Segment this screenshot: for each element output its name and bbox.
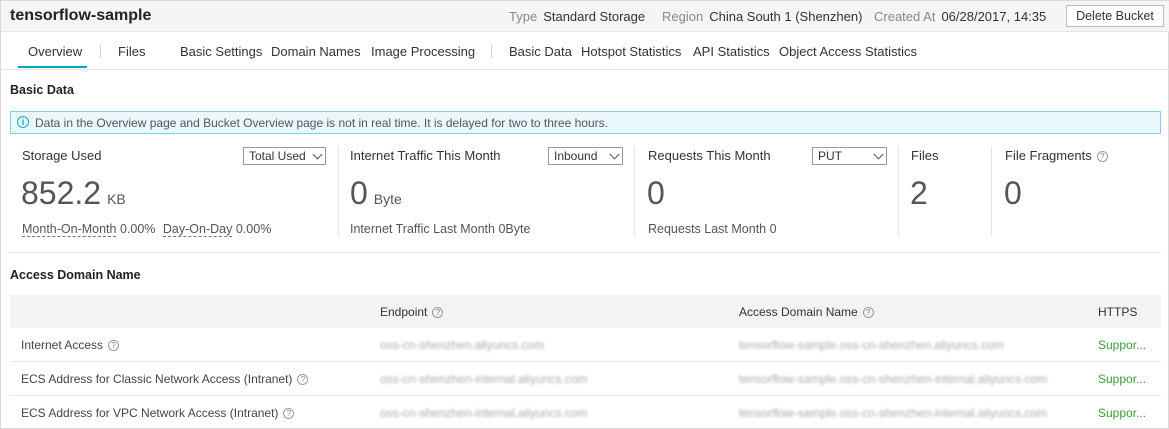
- delete-bucket-button[interactable]: Delete Bucket: [1066, 5, 1164, 27]
- type-label: Type: [509, 9, 538, 24]
- internet-traffic-number: 0: [350, 175, 368, 211]
- requests-value: 0: [647, 175, 665, 211]
- region-label: Region: [662, 9, 704, 24]
- stat-divider: [991, 146, 992, 236]
- request-method-value: PUT: [818, 149, 842, 163]
- access-type: ECS Address for Classic Network Access (…: [21, 372, 309, 386]
- storage-used-label: Storage Used: [22, 148, 102, 163]
- tab-divider: [100, 45, 101, 58]
- created-meta: Created At 06/28/2017, 14:35: [874, 9, 1046, 24]
- info-icon: i: [17, 116, 29, 128]
- traffic-direction-value: Inbound: [554, 149, 598, 163]
- created-label: Created At: [874, 9, 936, 24]
- bucket-title: tensorflow-sample: [10, 7, 152, 24]
- column-endpoint-label: Endpoint: [380, 305, 428, 319]
- help-icon[interactable]: ?: [297, 374, 309, 385]
- tab-basic-settings[interactable]: Basic Settings: [180, 44, 262, 59]
- delay-notice: i Data in the Overview page and Bucket O…: [10, 111, 1161, 134]
- internet-traffic-label: Internet Traffic This Month: [350, 148, 501, 163]
- traffic-last-month: Internet Traffic Last Month 0Byte: [350, 222, 531, 236]
- stat-divider: [634, 146, 635, 236]
- tab-api-statistics[interactable]: API Statistics: [693, 44, 770, 59]
- internet-traffic-value: 0 Byte: [350, 175, 402, 212]
- storage-type-select[interactable]: Total Used: [243, 147, 326, 165]
- files-value: 2: [910, 175, 928, 211]
- https-support-status: Suppor...: [1098, 406, 1147, 420]
- month-on-month-label[interactable]: Month-On-Month: [22, 222, 117, 237]
- tab-domain-names[interactable]: Domain Names: [271, 44, 361, 59]
- stat-divider: [898, 146, 899, 236]
- notice-text: Data in the Overview page and Bucket Ove…: [35, 116, 608, 130]
- endpoint-value: oss-cn-shenzhen.aliyuncs.com: [380, 338, 545, 352]
- storage-type-value: Total Used: [249, 149, 306, 163]
- tab-divider: [491, 45, 492, 58]
- tab-basic-data[interactable]: Basic Data: [509, 44, 572, 59]
- traffic-direction-select[interactable]: Inbound: [548, 147, 623, 165]
- column-endpoint: Endpoint?: [380, 305, 444, 319]
- access-domain-title: Access Domain Name: [10, 268, 141, 282]
- endpoint-value: oss-cn-shenzhen-internal.aliyuncs.com: [380, 372, 588, 386]
- tab-bar: Overview Files Basic Settings Domain Nam…: [1, 32, 1169, 70]
- help-icon[interactable]: ?: [862, 307, 874, 318]
- chevron-down-icon: [873, 149, 884, 160]
- tab-image-processing[interactable]: Image Processing: [371, 44, 475, 59]
- access-domain-value: tensorflow-sample.oss-cn-shenzhen.aliyun…: [739, 338, 1004, 352]
- created-value: 06/28/2017, 14:35: [941, 9, 1047, 24]
- column-access-domain-label: Access Domain Name: [739, 305, 858, 319]
- table-row: Internet Access? oss-cn-shenzhen.aliyunc…: [10, 328, 1161, 362]
- day-on-day-label[interactable]: Day-On-Day: [162, 222, 233, 237]
- https-support-status: Suppor...: [1098, 372, 1147, 386]
- request-method-select[interactable]: PUT: [812, 147, 887, 165]
- table-header: Endpoint? Access Domain Name? HTTPS: [10, 295, 1161, 328]
- section-divider: [10, 252, 1161, 253]
- access-domain-value: tensorflow-sample.oss-cn-shenzhen-intern…: [739, 406, 1048, 420]
- tab-object-access-statistics[interactable]: Object Access Statistics: [779, 44, 917, 59]
- file-fragments-label: File Fragments?: [1005, 148, 1108, 163]
- endpoint-value: oss-cn-shenzhen-internal.aliyuncs.com: [380, 406, 588, 420]
- chevron-down-icon: [609, 149, 620, 160]
- column-https: HTTPS: [1098, 305, 1138, 319]
- type-value: Standard Storage: [543, 9, 646, 24]
- bucket-header: tensorflow-sample Type Standard Storage R…: [1, 1, 1169, 32]
- column-access-domain: Access Domain Name?: [739, 305, 874, 319]
- access-domain-value: tensorflow-sample.oss-cn-shenzhen-intern…: [739, 372, 1048, 386]
- access-type-label: ECS Address for Classic Network Access (…: [21, 372, 293, 386]
- tab-overview[interactable]: Overview: [28, 44, 82, 59]
- tab-hotspot-statistics[interactable]: Hotspot Statistics: [581, 44, 681, 59]
- requests-last-month: Requests Last Month 0: [648, 222, 777, 236]
- access-type: Internet Access?: [21, 338, 120, 352]
- bucket-overview-panel: tensorflow-sample Type Standard Storage R…: [0, 0, 1169, 429]
- region-value: China South 1 (Shenzhen): [709, 9, 863, 24]
- tab-files[interactable]: Files: [118, 44, 145, 59]
- storage-used-value: 852.2 KB: [21, 175, 126, 212]
- storage-comparison: Month-On-Month 0.00% Day-On-Day 0.00%: [22, 222, 272, 237]
- file-fragments-text: File Fragments: [1005, 148, 1092, 163]
- help-icon[interactable]: ?: [1096, 151, 1108, 162]
- stat-divider: [338, 146, 339, 236]
- access-type-label: ECS Address for VPC Network Access (Intr…: [21, 406, 279, 420]
- table-row: ECS Address for VPC Network Access (Intr…: [10, 396, 1161, 429]
- day-on-day-value: 0.00%: [235, 222, 272, 236]
- region-meta: Region China South 1 (Shenzhen): [662, 9, 862, 24]
- chevron-down-icon: [312, 149, 323, 160]
- https-support-status: Suppor...: [1098, 338, 1147, 352]
- access-type-label: Internet Access: [21, 338, 104, 352]
- internet-traffic-unit: Byte: [373, 191, 402, 207]
- help-icon[interactable]: ?: [432, 307, 444, 318]
- storage-used-unit: KB: [107, 191, 126, 207]
- files-label: Files: [911, 148, 939, 163]
- access-type: ECS Address for VPC Network Access (Intr…: [21, 406, 295, 420]
- type-meta: Type Standard Storage: [509, 9, 645, 24]
- month-on-month-value: 0.00%: [119, 222, 156, 236]
- help-icon[interactable]: ?: [283, 408, 295, 419]
- help-icon[interactable]: ?: [108, 340, 120, 351]
- table-row: ECS Address for Classic Network Access (…: [10, 362, 1161, 396]
- basic-data-title: Basic Data: [10, 83, 74, 97]
- requests-label: Requests This Month: [648, 148, 771, 163]
- active-tab-indicator: [18, 66, 87, 68]
- storage-used-number: 852.2: [21, 175, 102, 211]
- file-fragments-value: 0: [1004, 175, 1022, 211]
